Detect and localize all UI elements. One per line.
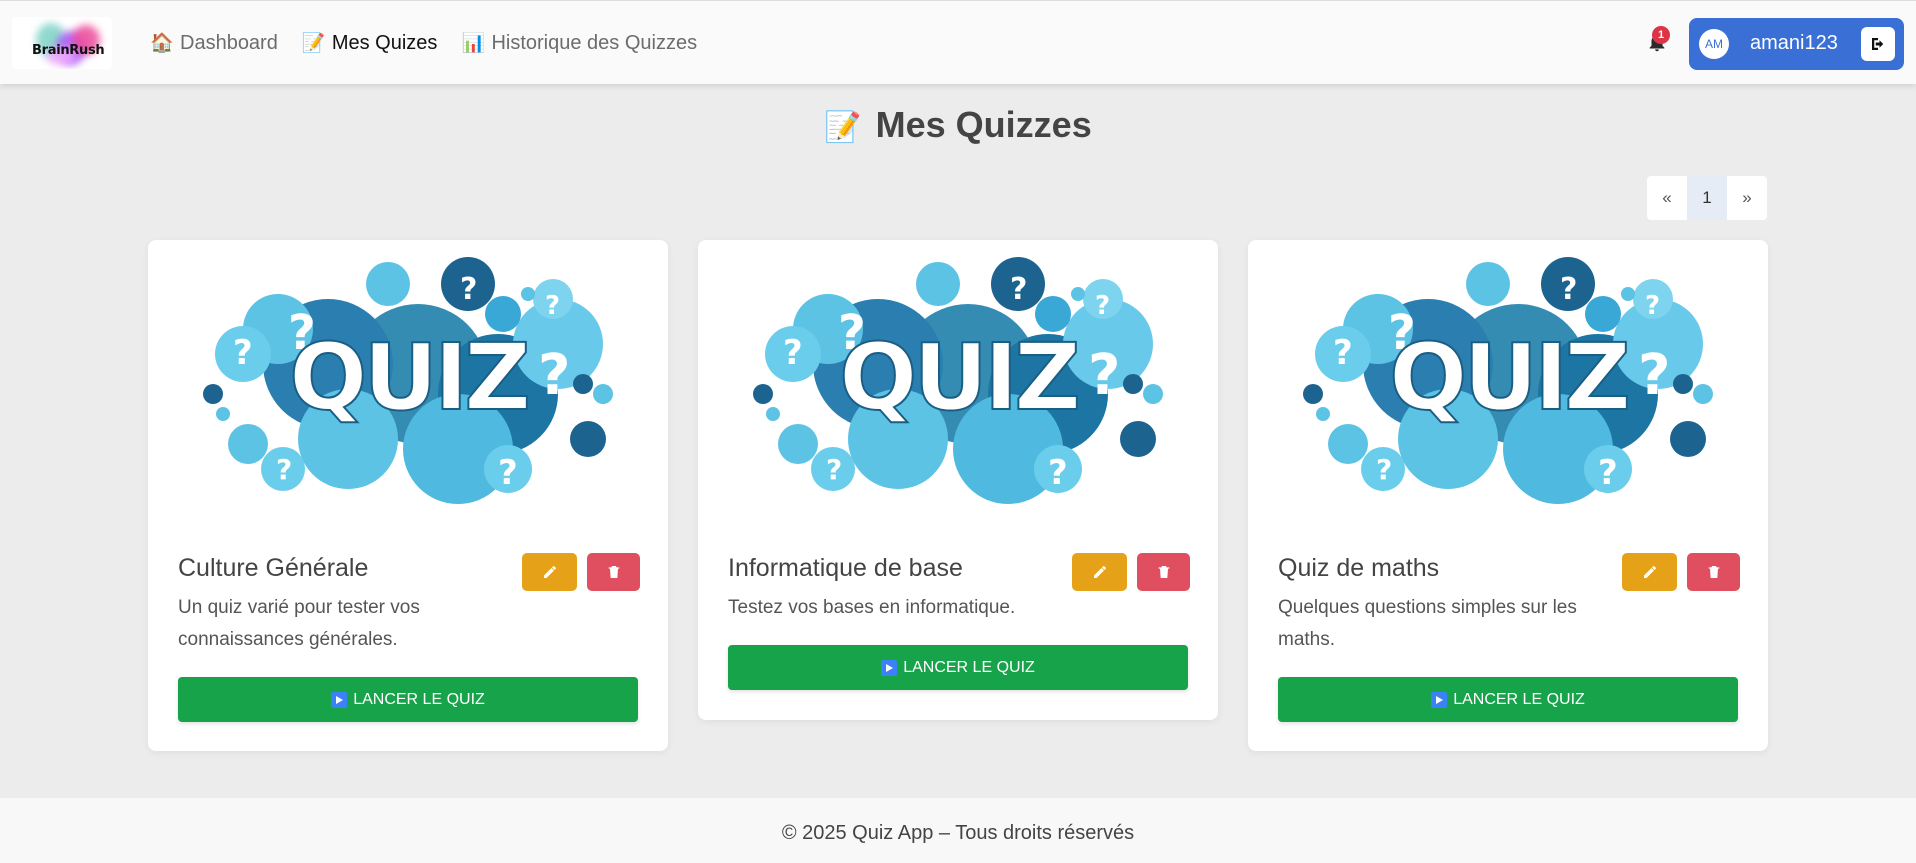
svg-text:?: ? bbox=[1560, 272, 1577, 307]
quiz-title: Culture Générale bbox=[178, 554, 369, 582]
quiz-card: ? ? ? ? ? ? ? QUIZ Informatique de base … bbox=[698, 240, 1218, 720]
pagination-page[interactable]: 1 bbox=[1687, 176, 1727, 220]
svg-text:?: ? bbox=[1048, 453, 1068, 493]
footer: © 2025 Quiz App – Tous droits réservés bbox=[0, 798, 1916, 863]
quiz-word: QUIZ bbox=[839, 324, 1077, 431]
svg-text:?: ? bbox=[498, 453, 518, 493]
edit-button[interactable] bbox=[522, 553, 577, 591]
footer-text: © 2025 Quiz App – Tous droits réservés bbox=[781, 822, 1135, 844]
edit-button[interactable] bbox=[1072, 553, 1127, 591]
svg-text:?: ? bbox=[1095, 291, 1110, 321]
quiz-card: ? ? ? ? ? ? ? QUIZ Quiz de maths Quelque… bbox=[1248, 240, 1768, 751]
pencil-icon bbox=[1643, 566, 1656, 578]
quiz-card: ? ? ? ? ? ? ? QUIZ Culture Générale Un q… bbox=[148, 240, 668, 751]
username: amani123 bbox=[1750, 32, 1838, 54]
quiz-description: Quelques questions simples sur les maths… bbox=[1278, 597, 1577, 650]
user-menu[interactable]: AM amani123 bbox=[1689, 18, 1904, 70]
pagination-prev[interactable]: « bbox=[1647, 176, 1687, 220]
nav-item-dashboard[interactable]: 🏠 Dashboard bbox=[150, 31, 278, 55]
play-icon bbox=[1431, 691, 1448, 708]
nav-item-label: Dashboard bbox=[180, 31, 278, 54]
svg-text:?: ? bbox=[826, 453, 842, 486]
nav-item-label: Mes Quizes bbox=[331, 31, 438, 54]
quiz-description: Un quiz varié pour tester vos connaissan… bbox=[178, 597, 420, 650]
edit-button[interactable] bbox=[1622, 553, 1677, 591]
logout-button[interactable] bbox=[1861, 27, 1895, 61]
svg-text:?: ? bbox=[1010, 272, 1027, 307]
launch-quiz-button[interactable]: LANCER LE QUIZ bbox=[1278, 677, 1738, 722]
quiz-image: ? ? ? ? ? ? ? QUIZ bbox=[753, 257, 1163, 504]
home-icon: 🏠 bbox=[150, 33, 174, 54]
trash-icon bbox=[608, 566, 619, 578]
memo-icon: 📝 bbox=[301, 33, 326, 54]
svg-text:?: ? bbox=[276, 453, 292, 486]
svg-text:?: ? bbox=[233, 333, 253, 373]
svg-text:?: ? bbox=[1376, 453, 1392, 486]
pagination: « 1 » bbox=[1647, 176, 1767, 220]
launch-quiz-button[interactable]: LANCER LE QUIZ bbox=[178, 677, 638, 722]
trash-icon bbox=[1708, 566, 1719, 578]
brainrush-logo[interactable]: BrainRush bbox=[12, 17, 112, 69]
play-icon bbox=[881, 659, 898, 676]
svg-text:?: ? bbox=[783, 333, 803, 373]
pagination-next[interactable]: » bbox=[1727, 176, 1767, 220]
memo-icon: 📝 bbox=[824, 111, 862, 144]
quiz-title: Informatique de base bbox=[728, 554, 963, 582]
top-navbar: BrainRush 🏠 Dashboard 📝 Mes Quizes 📊 His… bbox=[0, 0, 1916, 84]
logout-icon bbox=[1872, 38, 1884, 50]
quiz-word: QUIZ bbox=[1389, 324, 1627, 431]
nav-links: 🏠 Dashboard 📝 Mes Quizes 📊 Historique de… bbox=[150, 1, 697, 85]
notification-badge: 1 bbox=[1652, 26, 1670, 44]
nav-item-historique[interactable]: 📊 Historique des Quizzes bbox=[461, 31, 697, 55]
svg-text:?: ? bbox=[1638, 343, 1670, 408]
quiz-description: Testez vos bases en informatique. bbox=[728, 597, 1016, 618]
svg-text:?: ? bbox=[1598, 453, 1618, 493]
play-icon bbox=[331, 691, 348, 708]
svg-text:?: ? bbox=[538, 343, 570, 408]
logo-text: BrainRush bbox=[32, 43, 105, 58]
delete-button[interactable] bbox=[587, 553, 640, 591]
launch-quiz-label: LANCER LE QUIZ bbox=[903, 658, 1035, 676]
pencil-icon bbox=[1093, 566, 1106, 578]
pencil-icon bbox=[543, 566, 556, 578]
svg-text:?: ? bbox=[545, 291, 560, 321]
chart-icon: 📊 bbox=[461, 33, 486, 54]
page-title: 📝 Mes Quizzes bbox=[0, 104, 1916, 146]
quiz-title: Quiz de maths bbox=[1278, 554, 1440, 582]
svg-text:?: ? bbox=[1088, 343, 1120, 408]
svg-text:?: ? bbox=[460, 272, 477, 307]
delete-button[interactable] bbox=[1687, 553, 1740, 591]
delete-button[interactable] bbox=[1137, 553, 1190, 591]
quiz-image: ? ? ? ? ? ? ? QUIZ bbox=[203, 257, 613, 504]
nav-item-mes-quizes[interactable]: 📝 Mes Quizes bbox=[302, 31, 438, 55]
launch-quiz-label: LANCER LE QUIZ bbox=[1453, 690, 1585, 708]
svg-text:?: ? bbox=[1333, 333, 1353, 373]
launch-quiz-button[interactable]: LANCER LE QUIZ bbox=[728, 645, 1188, 690]
nav-item-label: Historique des Quizzes bbox=[491, 31, 698, 54]
avatar: AM bbox=[1699, 29, 1729, 59]
page-title-text: Mes Quizzes bbox=[875, 104, 1092, 145]
quiz-image: ? ? ? ? ? ? ? QUIZ bbox=[1303, 257, 1713, 504]
launch-quiz-label: LANCER LE QUIZ bbox=[353, 690, 485, 708]
svg-text:?: ? bbox=[1645, 291, 1660, 321]
trash-icon bbox=[1158, 566, 1169, 578]
quiz-word: QUIZ bbox=[289, 324, 527, 431]
